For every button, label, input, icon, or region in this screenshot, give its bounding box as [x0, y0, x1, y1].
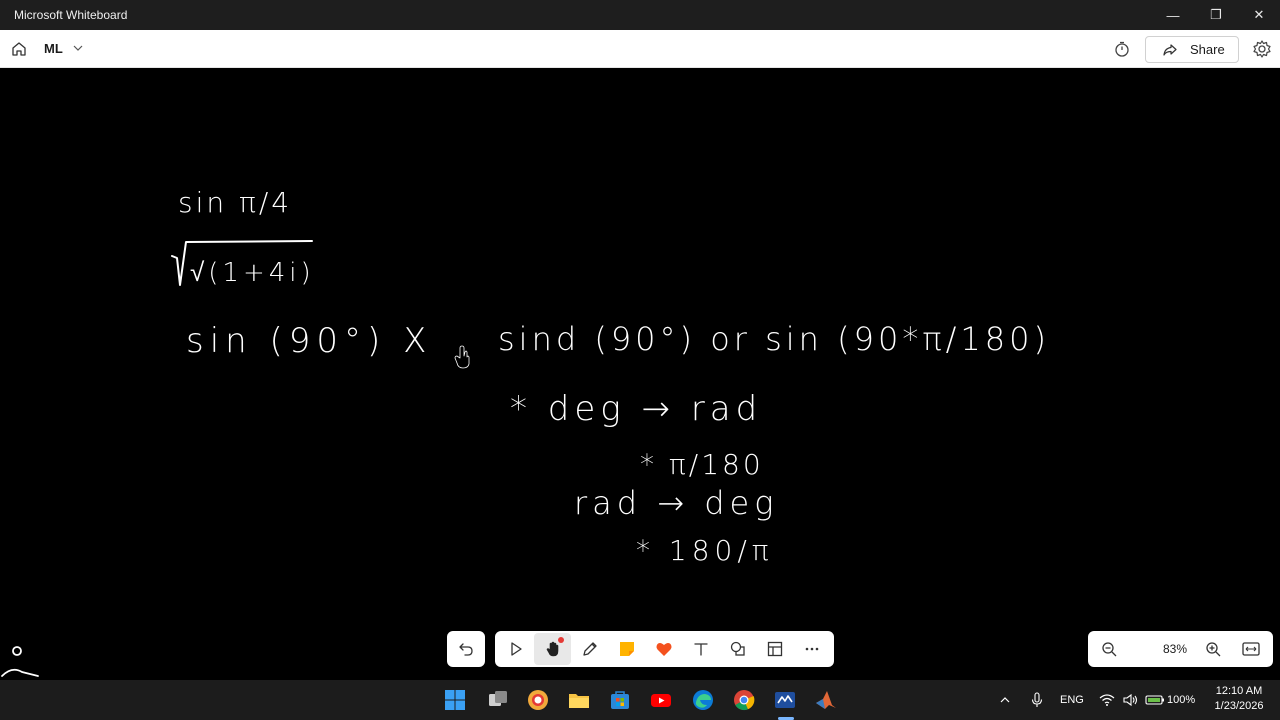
- task-view-icon[interactable]: [485, 687, 511, 713]
- ink-layer: sin π/4 √(1+4i) sin (90°) X sind (90°) o…: [1, 186, 1050, 677]
- undo-button[interactable]: [447, 631, 485, 667]
- youtube-icon[interactable]: [648, 687, 674, 713]
- app-header: ML Share: [0, 30, 1280, 68]
- home-icon[interactable]: [10, 40, 28, 58]
- close-icon: ✕: [1253, 7, 1265, 22]
- ink-toolbar: [495, 631, 834, 667]
- ink-line-8: * 180/π: [636, 534, 774, 567]
- battery-icon[interactable]: [1145, 680, 1165, 720]
- restore-button[interactable]: ❐: [1194, 0, 1238, 30]
- window-titlebar: Microsoft Whiteboard — ❐ ✕: [0, 0, 1280, 30]
- share-label: Share: [1190, 42, 1225, 57]
- window-title: Microsoft Whiteboard: [14, 8, 128, 22]
- select-tool[interactable]: [497, 633, 534, 665]
- windows-start-icon[interactable]: [442, 687, 468, 713]
- sticky-note-tool[interactable]: [608, 633, 645, 665]
- share-button[interactable]: Share: [1145, 36, 1239, 63]
- ink-line-4: sind (90°) or sin (90*π/180): [498, 320, 1050, 358]
- templates-icon: [767, 641, 782, 657]
- sticky-note-icon: [619, 642, 634, 656]
- zoom-out-icon[interactable]: [1100, 640, 1118, 658]
- clock-time: 12:10 AM: [1215, 685, 1263, 697]
- edge-icon[interactable]: [690, 687, 716, 713]
- volume-icon[interactable]: [1122, 680, 1138, 720]
- gear-icon[interactable]: [1252, 39, 1272, 59]
- fit-to-screen-icon[interactable]: [1241, 640, 1261, 658]
- templates-tool[interactable]: [756, 633, 793, 665]
- ink-fragment-2: [1, 668, 39, 677]
- minimize-button[interactable]: —: [1151, 0, 1195, 30]
- chevron-down-icon[interactable]: [72, 42, 84, 54]
- ink-line-6: * π/180: [640, 448, 764, 481]
- language-indicator[interactable]: ENG: [1060, 680, 1084, 720]
- text-tool[interactable]: [682, 633, 719, 665]
- zoom-in-icon[interactable]: [1204, 640, 1222, 658]
- whiteboard-icon[interactable]: [772, 687, 798, 713]
- more-tool[interactable]: [793, 633, 830, 665]
- file-explorer-icon[interactable]: [566, 687, 592, 713]
- shapes-tool[interactable]: [719, 633, 756, 665]
- minimize-icon: —: [1166, 7, 1180, 23]
- system-clock[interactable]: 12:10 AM 1/23/2026: [1204, 684, 1274, 714]
- pan-tool[interactable]: [534, 633, 571, 665]
- matlab-icon[interactable]: [813, 687, 839, 713]
- zoom-level[interactable]: 83%: [1150, 642, 1200, 656]
- reactions-tool[interactable]: [645, 633, 682, 665]
- text-icon: [693, 643, 708, 656]
- zoom-controls: 83%: [1088, 631, 1273, 667]
- pen-tool[interactable]: [571, 633, 608, 665]
- hand-cursor-icon: [454, 345, 470, 369]
- whiteboard-canvas[interactable]: sin π/4 √(1+4i) sin (90°) X sind (90°) o…: [0, 68, 1280, 680]
- ms-store-icon[interactable]: [607, 687, 633, 713]
- ink-line-3: sin (90°) X: [186, 321, 432, 361]
- pen-icon: [582, 642, 597, 656]
- chrome-icon[interactable]: [731, 687, 757, 713]
- ink-line-1: sin π/4: [178, 186, 292, 219]
- close-button[interactable]: ✕: [1237, 0, 1280, 30]
- more-icon: [805, 647, 818, 651]
- clock-date: 1/23/2026: [1214, 700, 1264, 712]
- share-icon: [1163, 43, 1177, 56]
- ink-line-2: √(1+4i): [190, 258, 315, 288]
- reactions-heart-icon: [656, 642, 671, 656]
- tray-chevron-up-icon[interactable]: [998, 680, 1012, 720]
- ink-line-5: * deg → rad: [510, 389, 762, 429]
- timer-icon[interactable]: [1113, 40, 1131, 58]
- battery-percent: 100%: [1167, 694, 1196, 706]
- microphone-icon[interactable]: [1030, 680, 1044, 720]
- select-icon: [510, 642, 522, 656]
- undo-icon: [459, 643, 473, 656]
- shapes-icon: [730, 641, 745, 656]
- active-indicator: [558, 637, 564, 643]
- ink-line-7: rad → deg: [574, 484, 778, 522]
- board-name[interactable]: ML: [44, 41, 63, 56]
- wifi-icon[interactable]: [1099, 680, 1115, 720]
- windows-taskbar: ENG 100% 12:10 AM 1/23/2026: [0, 680, 1280, 720]
- ink-fragment: [12, 646, 22, 656]
- chrome-canary-icon[interactable]: [525, 687, 551, 713]
- restore-icon: ❐: [1210, 7, 1222, 22]
